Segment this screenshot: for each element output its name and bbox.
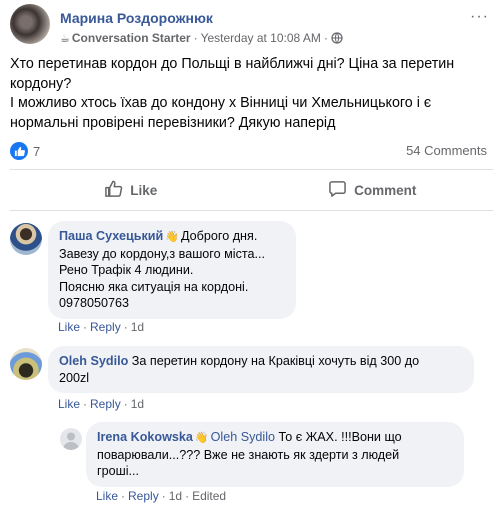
post-line: нормальні провірені перевізники? Дякую н…: [10, 114, 336, 131]
waving-hand-icon: 👋: [165, 231, 179, 243]
comment-reply-link[interactable]: Reply: [128, 489, 159, 503]
comment-line: 0978050763: [59, 296, 130, 310]
commenter-avatar[interactable]: [10, 348, 42, 380]
commenter-name[interactable]: Oleh Sydilo: [59, 354, 128, 368]
comment-age[interactable]: 1d: [169, 489, 182, 503]
comment-button-label: Comment: [354, 182, 417, 198]
comment-line: То є ЖАХ. !!!Вони що: [278, 430, 402, 444]
waving-hand-icon: 👋: [194, 432, 209, 444]
comment-button[interactable]: Comment: [252, 172, 494, 208]
comment-line: Завезу до кордону,з вашого міста...: [59, 246, 266, 261]
post-time[interactable]: Yesterday at 10:08 AM: [201, 31, 321, 45]
post-line: І можливо хтось їхав до кондону х Вінниц…: [10, 95, 432, 111]
post-line: Хто перетинав кордон до Польщі в найближ…: [10, 56, 455, 72]
comment-like-link[interactable]: Like: [96, 489, 118, 503]
comments-count-link[interactable]: 54 Comments: [406, 143, 487, 158]
comment: Паша Сухецький 👋 Доброго дня. Завезу до ко…: [10, 221, 493, 336]
comment-line: Доброго дня.: [180, 229, 258, 243]
like-button[interactable]: Like: [10, 172, 252, 208]
speech-bubble-icon: [328, 180, 354, 201]
author-avatar[interactable]: [10, 4, 50, 44]
conversation-starter-badge[interactable]: Conversation Starter: [72, 31, 191, 45]
comment-actions: Like · Reply · 1d · Edited: [96, 489, 227, 503]
coffee-cup-icon: ☕: [60, 33, 70, 45]
reaction-count[interactable]: 7: [33, 144, 40, 159]
comment-reply-link[interactable]: Reply: [90, 320, 121, 334]
comment-like-link[interactable]: Like: [58, 320, 80, 334]
globe-icon: [331, 31, 343, 45]
comment-line: поварювали...??? Вже не знають як здерти…: [97, 447, 400, 462]
reactions-summary[interactable]: 7: [10, 141, 40, 161]
comment-actions: Like · Reply · 1d: [58, 320, 145, 334]
more-options-button[interactable]: ···: [470, 8, 489, 26]
comment: Oleh Sydilo За перетин кордону на Краків…: [10, 346, 493, 416]
comment-actions: Like · Reply · 1d: [58, 397, 145, 411]
comment-edited-label[interactable]: Edited: [192, 489, 226, 503]
comment-bubble: Oleh Sydilo За перетин кордону на Краків…: [48, 346, 474, 393]
post-body: Хто перетинав кордон до Польщі в найближ…: [10, 55, 493, 133]
commenter-avatar[interactable]: [60, 428, 82, 450]
comment-reply-link[interactable]: Reply: [90, 397, 121, 411]
commenter-name[interactable]: Паша Сухецький: [59, 229, 163, 243]
author-name[interactable]: Марина Роздорожнюк: [60, 10, 213, 26]
comment-age[interactable]: 1d: [131, 320, 144, 334]
mention-link[interactable]: Oleh Sydilo: [211, 430, 275, 444]
commenter-name[interactable]: Irena Kokowska: [97, 430, 193, 444]
reply-comment: Irena Kokowska 👋 Oleh Sydilo То є ЖАХ. !!!…: [60, 422, 493, 512]
divider: [10, 169, 493, 170]
comment-age[interactable]: 1d: [131, 397, 144, 411]
post-line: кордону?: [10, 75, 72, 92]
comment-line: 200zl: [59, 370, 90, 385]
commenter-avatar[interactable]: [10, 223, 42, 255]
post-header: Марина Роздорожнюк ☕ Conversation Starter…: [10, 4, 493, 48]
thumbs-up-outline-icon: [104, 180, 130, 201]
divider: [10, 210, 493, 211]
post-action-bar: Like Comment: [10, 172, 493, 208]
comment-line: Рено Трафік 4 людини.: [59, 263, 194, 277]
comment-line: Поясню яка ситуація на кордоні.: [59, 279, 249, 294]
post-meta: ☕ Conversation Starter · Yesterday at 10:08…: [60, 31, 343, 45]
comment-bubble: Irena Kokowska 👋 Oleh Sydilo То є ЖАХ. !!!…: [86, 422, 464, 487]
comment-bubble: Паша Сухецький 👋 Доброго дня. Завезу до ко…: [48, 221, 296, 319]
comment-line: гроші...: [97, 464, 139, 478]
comment-like-link[interactable]: Like: [58, 397, 80, 411]
like-button-label: Like: [130, 182, 158, 198]
comment-line: За перетин кордону на Краківці хочуть ві…: [131, 354, 420, 368]
thumbs-up-icon: [10, 142, 28, 160]
